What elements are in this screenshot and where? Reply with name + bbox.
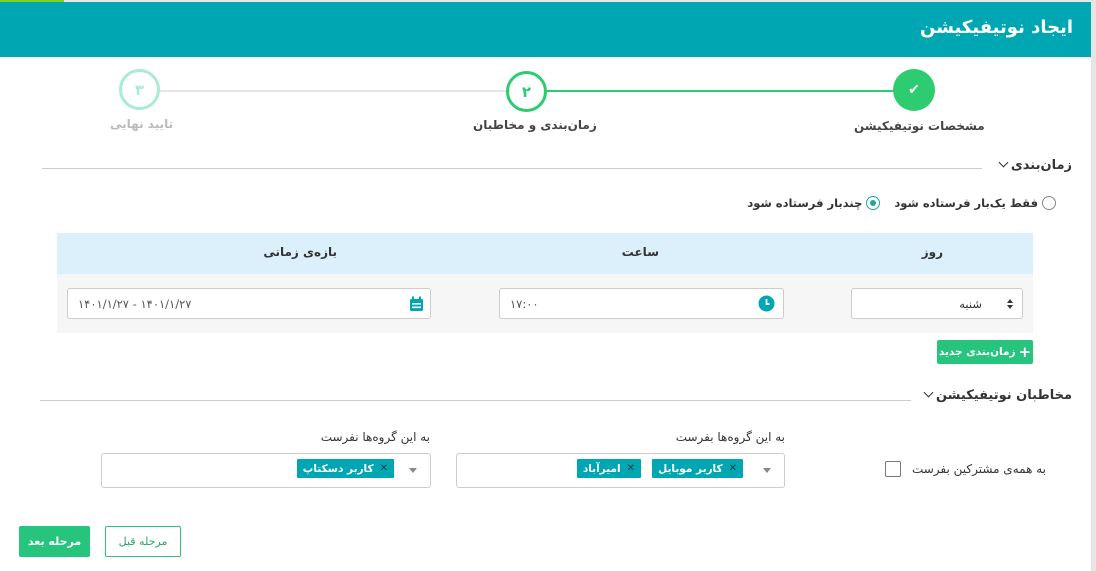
chevron-down-icon — [998, 157, 1009, 168]
select-arrows-icon — [1007, 299, 1013, 309]
dont-send-to-label: به این گروه‌ها نفرست — [320, 430, 430, 444]
radio-once-label: فقط یک‌بار فرستاده شود — [894, 196, 1038, 210]
add-schedule-button[interactable]: + زمان‌بندی جدید — [937, 340, 1033, 364]
dont-send-to-groups-select[interactable]: ✕ کاربر دسکتاپ — [101, 453, 431, 488]
stepper-line-pending — [155, 90, 508, 92]
audience-section-toggle[interactable]: مخاطبان نوتیفیکیشن — [923, 387, 1072, 403]
send-to-tag: ✕ کاربر موبایل — [652, 459, 743, 478]
step-2-label: زمان‌بندی و مخاطبان — [473, 118, 597, 132]
step-3-number: ۳ — [134, 80, 145, 99]
remove-tag-icon[interactable]: ✕ — [380, 463, 388, 474]
dont-send-to-tag-label: کاربر دسکتاپ — [302, 462, 374, 475]
dropdown-caret-icon[interactable] — [409, 468, 417, 473]
scheduling-title: زمان‌بندی — [1010, 158, 1072, 173]
header-shadow — [0, 57, 1091, 60]
add-schedule-label: زمان‌بندی جدید — [938, 346, 1016, 358]
step-2-number: ۲ — [521, 82, 532, 101]
audience-divider — [40, 400, 911, 401]
all-subscribers-label: به همه‌ی مشترکین بفرست — [911, 462, 1046, 476]
prev-step-button[interactable]: مرحله قبل — [105, 526, 181, 557]
day-value: شنبه — [959, 297, 982, 311]
remove-tag-icon[interactable]: ✕ — [729, 463, 737, 474]
check-icon: ✔ — [908, 82, 920, 98]
radio-once-dot[interactable] — [1042, 196, 1056, 210]
audience-title: مخاطبان نوتیفیکیشن — [935, 388, 1072, 403]
remove-tag-icon[interactable]: ✕ — [627, 463, 635, 474]
day-select[interactable]: شنبه — [851, 288, 1023, 319]
scrollbar[interactable] — [1091, 0, 1096, 571]
calendar-icon[interactable] — [409, 296, 424, 312]
send-frequency-radios: فقط یک‌بار فرستاده شود چندبار فرستاده شو… — [747, 196, 1056, 210]
page-title: ایجاد نوتیفیکیشن — [920, 17, 1073, 38]
time-value: ۱۷:۰۰ — [510, 297, 539, 311]
step-2-circle[interactable]: ۲ — [506, 71, 547, 112]
radio-multiple-dot[interactable] — [866, 196, 881, 210]
radio-multiple[interactable]: چندبار فرستاده شود — [747, 196, 881, 210]
send-to-groups-select[interactable]: ✕ کاربر موبایل ✕ امیرآباد — [456, 453, 785, 488]
header-range: بازه‌ی زمانی — [263, 245, 337, 259]
plus-icon: + — [1018, 342, 1032, 361]
next-step-button[interactable]: مرحله بعد — [19, 526, 90, 557]
step-1-circle[interactable]: ✔ — [893, 69, 935, 111]
send-to-tag-label: امیرآباد — [582, 462, 621, 475]
send-to-tag: ✕ امیرآباد — [576, 459, 641, 478]
radio-multiple-label: چندبار فرستاده شود — [747, 196, 863, 210]
date-range-value: ۱۴۰۱/۱/۲۷ - ۱۴۰۱/۱/۲۷ — [78, 297, 192, 311]
time-input[interactable]: ۱۷:۰۰ — [499, 288, 784, 319]
send-to-tag-label: کاربر موبایل — [658, 462, 723, 475]
step-1-label: مشخصات نوتیفیکیشن — [854, 119, 985, 133]
header-time: ساعت — [621, 245, 659, 259]
step-3-circle[interactable]: ۳ — [119, 69, 160, 110]
page-header: ایجاد نوتیفیکیشن — [0, 2, 1091, 57]
all-subscribers-checkbox[interactable] — [885, 461, 901, 477]
dropdown-caret-icon[interactable] — [763, 468, 771, 473]
chevron-down-icon — [923, 387, 934, 398]
header-day: روز — [921, 245, 943, 259]
scheduling-divider — [42, 168, 982, 169]
date-range-input[interactable]: ۱۴۰۱/۱/۲۷ - ۱۴۰۱/۱/۲۷ — [67, 288, 431, 319]
clock-icon[interactable] — [758, 295, 775, 312]
schedule-table: روز ساعت بازه‌ی زمانی شنبه ۱۷:۰۰ ۱۴۰۱/۱/… — [57, 233, 1033, 333]
radio-once[interactable]: فقط یک‌بار فرستاده شود — [894, 196, 1056, 210]
schedule-table-header: روز ساعت بازه‌ی زمانی — [57, 233, 1033, 274]
scheduling-section-toggle[interactable]: زمان‌بندی — [998, 157, 1072, 173]
send-to-label: به این گروه‌ها بفرست — [675, 430, 785, 444]
dont-send-to-tag: ✕ کاربر دسکتاپ — [296, 459, 394, 478]
step-3-label: تایید نهایی — [110, 117, 174, 131]
stepper-line-done — [546, 90, 895, 92]
